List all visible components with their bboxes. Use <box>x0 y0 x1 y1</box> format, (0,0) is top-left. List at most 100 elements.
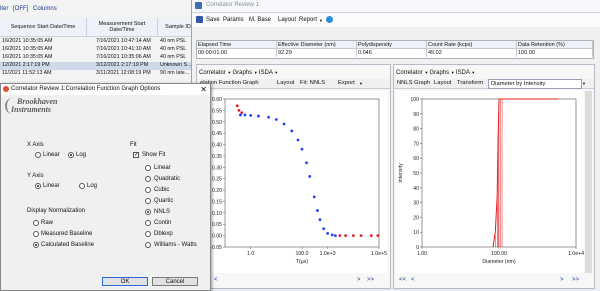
fit-contin-radio[interactable] <box>145 220 151 226</box>
next-page-button[interactable]: > <box>560 277 564 283</box>
first-page-button[interactable]: << <box>399 277 406 283</box>
tab-fit-nnls[interactable]: Fit: NNLS <box>300 79 325 88</box>
intensity-series-line <box>492 98 559 248</box>
isda-menu[interactable]: ISDA <box>259 70 273 76</box>
y-axis-title: Intensity <box>398 163 404 183</box>
fit-williams-watts-radio[interactable] <box>145 242 151 248</box>
x-axis-linear-label: Linear <box>43 152 60 158</box>
x-axis-title: Diameter (nm) <box>482 259 515 265</box>
vertical-scrollbar[interactable] <box>585 91 592 273</box>
fit-data-point <box>359 234 363 238</box>
x-axis-log-radio[interactable] <box>68 152 74 158</box>
ok-button[interactable]: OK <box>102 277 148 286</box>
y-tick-label: 50 <box>413 171 419 177</box>
y-axis-log-radio[interactable] <box>79 183 85 189</box>
cancel-button[interactable]: Cancel <box>152 277 198 286</box>
correlator-menu[interactable]: Correlator <box>199 70 226 76</box>
y-tick-label: 0.40 <box>212 143 222 149</box>
info-icon[interactable] <box>326 16 333 23</box>
layout-button[interactable]: Layout <box>278 13 296 27</box>
table-row-selected[interactable]: 12/2021 2:17:19 PM 3/12/2021 2:17:19 PM … <box>0 62 200 70</box>
correlation-data-point <box>333 234 337 238</box>
fit-label: Fit <box>130 142 137 148</box>
norm-raw-radio[interactable] <box>33 220 39 226</box>
fit-data-point <box>344 234 348 238</box>
summary-value-polydispersity: 0.046 <box>357 49 427 57</box>
summary-value-elapsed: 00:00:01:00 <box>197 49 277 57</box>
m-base-button[interactable]: M. Base <box>249 13 271 27</box>
fit-quartic-radio[interactable] <box>145 198 151 204</box>
correlator-menu[interactable]: Correlator <box>396 70 423 76</box>
table-row[interactable]: 16/2021 10:35:05 AM 7/16/2021 10:35:06 A… <box>0 54 200 62</box>
show-fit-checkbox[interactable]: ✓ <box>133 152 139 158</box>
table-row[interactable]: 16/2021 10:35:05 AM 7/16/2021 10:47:14 A… <box>0 38 200 46</box>
fit-dblexp-radio[interactable] <box>145 231 151 237</box>
panel-subtabs: NNLS Graph Layout Transform Diameter by … <box>394 79 594 89</box>
fit-nnls-radio[interactable] <box>145 209 151 215</box>
chevron-down-icon[interactable]: ▼ <box>582 79 586 88</box>
fit-data-point <box>376 234 380 238</box>
chevron-down-icon[interactable]: ▼ <box>471 70 475 75</box>
y-tick-label: 0.05 <box>212 222 222 228</box>
summary-header-elapsed: Elapsed Time <box>197 41 277 49</box>
col-header-measurement-start[interactable]: Measurement Start Date/Time <box>87 18 158 37</box>
cell-measurement-start: 3/12/2021 2:17:19 PM <box>96 62 149 68</box>
x-axis-title: T(µs) <box>296 259 308 265</box>
fit-quadratic-radio[interactable] <box>145 176 151 182</box>
save-icon[interactable] <box>196 16 203 23</box>
diameter-type-select[interactable]: Diameter by Intensity <box>488 79 582 89</box>
chevron-down-icon[interactable]: ▼ <box>359 79 363 88</box>
y-tick-label: 0.35 <box>212 154 222 160</box>
save-button[interactable]: Save <box>206 13 220 27</box>
graphs-menu[interactable]: Graphs <box>232 70 252 76</box>
table-row[interactable]: 16/2021 10:35:05 AM 7/16/2021 10:41:10 A… <box>0 46 200 54</box>
x-tick-label: 100.0 <box>296 251 309 257</box>
tab-layout[interactable]: Layout <box>434 79 451 88</box>
col-header-sequence-start[interactable]: Sequence Start Date/Time <box>0 18 87 37</box>
fit-linear-radio[interactable] <box>145 165 151 171</box>
fit-data-point <box>369 234 373 238</box>
close-icon[interactable]: ✕ <box>200 84 207 95</box>
fit-contin-label: Contin <box>154 220 172 226</box>
fit-data-point <box>237 108 241 112</box>
fit-linear-label: Linear <box>154 165 171 171</box>
table-row[interactable]: 11/2021 11:52:13 AM 3/11/2021 12:08:19 P… <box>0 70 200 78</box>
isda-menu[interactable]: ISDA <box>456 70 470 76</box>
panel-subtabs: elation Function Graph Layout Fit: NNLS … <box>197 79 390 89</box>
norm-calculated-baseline-radio[interactable] <box>33 242 39 248</box>
last-page-button[interactable]: >> <box>572 277 579 283</box>
y-axis-linear-radio[interactable] <box>35 183 41 189</box>
fit-data-point <box>240 111 244 115</box>
correlation-data-point <box>243 113 247 117</box>
chevron-down-icon[interactable]: ▼ <box>319 18 323 23</box>
x-axis-linear-radio[interactable] <box>35 152 41 158</box>
last-page-button[interactable]: >> <box>367 277 374 283</box>
y-tick-label: 0.15 <box>212 199 222 205</box>
panel-navigation: << < > >> <box>394 275 594 287</box>
norm-measured-baseline-radio[interactable] <box>33 231 39 237</box>
tab-transform[interactable]: Transform <box>457 79 483 88</box>
y-tick-label: 0.50 <box>212 120 222 126</box>
params-button[interactable]: Params <box>223 13 244 27</box>
fit-dblexp-label: Dblexp <box>154 231 173 237</box>
tab-export[interactable]: Export <box>338 79 355 88</box>
fit-cubic-radio[interactable] <box>145 187 151 193</box>
cell-sequence-start: 16/2021 10:35:05 AM <box>2 38 53 44</box>
columns-link[interactable]: Columns <box>33 6 57 12</box>
tab-nnls-graph[interactable]: NNLS Graph <box>397 79 430 88</box>
report-button[interactable]: Report <box>299 13 317 27</box>
cell-measurement-start: 7/16/2021 10:47:14 AM <box>96 38 151 44</box>
correlation-data-point <box>274 118 278 121</box>
graphs-menu[interactable]: Graphs <box>429 70 449 76</box>
correlation-function-chart: 0.60 0.55 0.50 0.45 0.40 0.35 0.30 0.25 0.20 0.15… <box>194 97 387 265</box>
summary-table: Elapsed Time Effective Diameter (nm) Pol… <box>196 40 594 59</box>
chevron-down-icon[interactable]: ▼ <box>274 70 278 75</box>
prev-page-button[interactable]: < <box>411 277 415 283</box>
y-tick-label: 0.60 <box>212 97 222 103</box>
filter-toggle[interactable]: [OFF] <box>13 6 28 12</box>
next-page-button[interactable]: > <box>357 277 361 283</box>
tab-layout[interactable]: Layout <box>277 79 294 88</box>
prev-page-button[interactable]: < <box>214 277 218 283</box>
brookhaven-logo: Brookhaven Instruments <box>5 98 57 114</box>
y-tick-label: 0.55 <box>212 108 222 114</box>
